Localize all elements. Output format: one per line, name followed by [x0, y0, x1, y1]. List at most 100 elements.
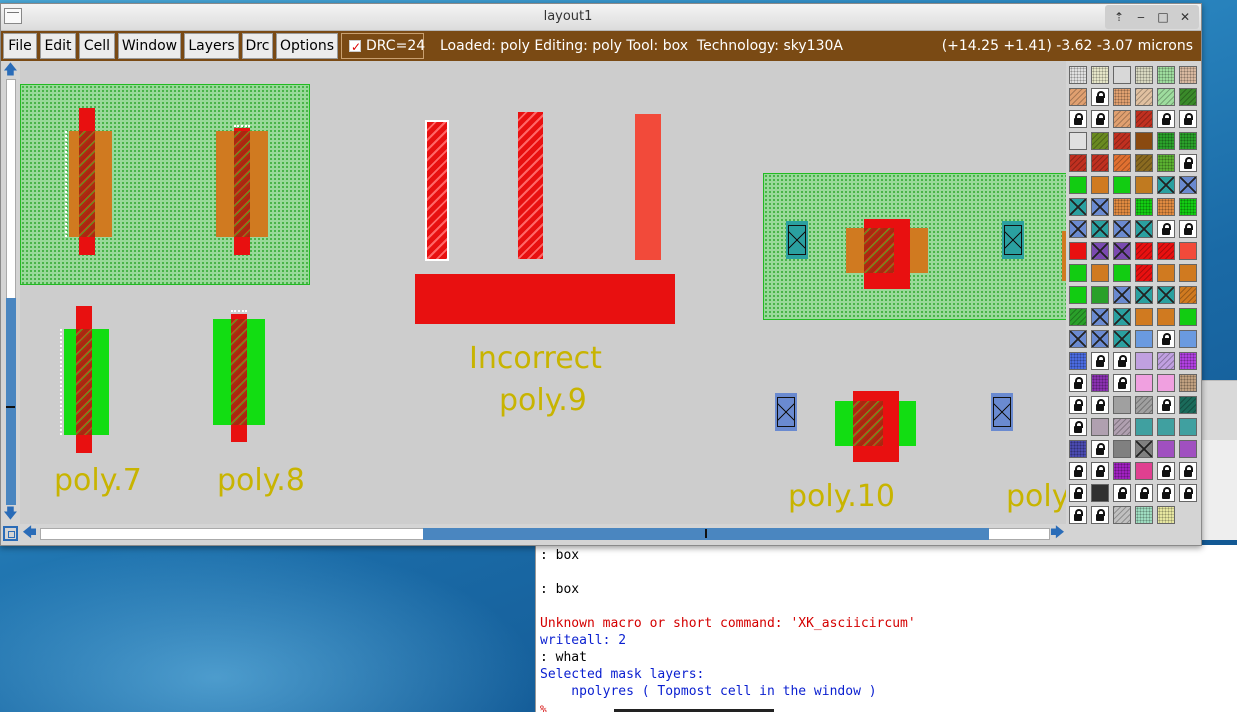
raise-button[interactable]: ⇡	[1109, 7, 1129, 27]
layer-swatch[interactable]	[1157, 198, 1175, 216]
layer-swatch[interactable]	[1135, 374, 1153, 392]
layer-swatch[interactable]	[1069, 242, 1087, 260]
layer-swatch[interactable]	[1091, 66, 1109, 84]
layer-lock-icon[interactable]	[1179, 484, 1197, 502]
layer-lock-icon[interactable]	[1091, 396, 1109, 414]
layer-swatch[interactable]	[1069, 88, 1087, 106]
layer-swatch[interactable]	[1135, 286, 1153, 304]
layer-swatch[interactable]	[1135, 352, 1153, 370]
layer-swatch[interactable]	[1179, 374, 1197, 392]
scroll-left-arrow-icon[interactable]: 🡄	[22, 526, 37, 541]
layer-swatch[interactable]	[1179, 440, 1197, 458]
layer-swatch[interactable]	[1091, 154, 1109, 172]
layer-swatch[interactable]	[1069, 220, 1087, 238]
layout-canvas[interactable]: poly.7 poly.8 Incorrect poly.9 poly.10 p…	[20, 61, 1066, 524]
layer-swatch[interactable]	[1069, 308, 1087, 326]
layer-swatch[interactable]	[1157, 66, 1175, 84]
layer-lock-icon[interactable]	[1179, 154, 1197, 172]
menu-cell[interactable]: Cell	[79, 33, 115, 59]
layer-lock-icon[interactable]	[1157, 330, 1175, 348]
layer-swatch[interactable]	[1135, 176, 1153, 194]
layer-swatch[interactable]	[1157, 176, 1175, 194]
layer-swatch[interactable]	[1179, 286, 1197, 304]
layer-swatch[interactable]	[1113, 198, 1131, 216]
layer-lock-icon[interactable]	[1091, 352, 1109, 370]
layer-swatch[interactable]	[1135, 154, 1153, 172]
layer-swatch[interactable]	[1157, 352, 1175, 370]
layer-lock-icon[interactable]	[1069, 418, 1087, 436]
layer-swatch[interactable]	[1135, 66, 1153, 84]
layer-swatch[interactable]	[1135, 396, 1153, 414]
layer-swatch[interactable]	[1157, 132, 1175, 150]
layer-swatch[interactable]	[1135, 308, 1153, 326]
layer-swatch[interactable]	[1179, 264, 1197, 282]
layer-swatch[interactable]	[1113, 308, 1131, 326]
layer-lock-icon[interactable]	[1113, 374, 1131, 392]
poly-strip[interactable]	[635, 114, 661, 260]
layer-lock-icon[interactable]	[1069, 506, 1087, 524]
layer-swatch[interactable]	[1179, 396, 1197, 414]
layer-swatch[interactable]	[1179, 176, 1197, 194]
layer-swatch[interactable]	[1069, 264, 1087, 282]
terminal-console[interactable]: : box : box Unknown macro or short comma…	[535, 545, 1237, 712]
layer-swatch[interactable]	[1179, 88, 1197, 106]
layer-lock-icon[interactable]	[1091, 440, 1109, 458]
layer-swatch[interactable]	[1091, 242, 1109, 260]
layer-swatch[interactable]	[1157, 154, 1175, 172]
layer-swatch[interactable]	[1135, 418, 1153, 436]
layer-swatch[interactable]	[1069, 352, 1087, 370]
layer-swatch[interactable]	[1179, 352, 1197, 370]
scroll-up-arrow-icon[interactable]: 🡅	[3, 63, 18, 78]
layer-swatch[interactable]	[1113, 242, 1131, 260]
poly-strip[interactable]	[518, 112, 543, 259]
layer-swatch[interactable]	[1069, 154, 1087, 172]
minimize-button[interactable]: ‒	[1131, 7, 1151, 27]
layer-swatch[interactable]	[1179, 330, 1197, 348]
layer-swatch[interactable]	[1069, 66, 1087, 84]
layer-swatch[interactable]	[1113, 154, 1131, 172]
layer-lock-icon[interactable]	[1157, 110, 1175, 128]
layer-swatch[interactable]	[1113, 66, 1131, 84]
contact-via[interactable]	[786, 221, 808, 259]
contact-via[interactable]	[1002, 221, 1024, 259]
layer-swatch[interactable]	[1157, 418, 1175, 436]
layer-swatch[interactable]	[1113, 176, 1131, 194]
layer-swatch[interactable]	[1157, 286, 1175, 304]
layer-swatch[interactable]	[1135, 132, 1153, 150]
layer-swatch[interactable]	[1179, 66, 1197, 84]
layer-swatch[interactable]	[1069, 198, 1087, 216]
title-bar[interactable]: layout1 ⇡ ‒ □ ✕	[1, 4, 1201, 31]
layer-swatch[interactable]	[1113, 132, 1131, 150]
layer-swatch[interactable]	[1091, 220, 1109, 238]
layer-swatch[interactable]	[1135, 110, 1153, 128]
layer-lock-icon[interactable]	[1091, 462, 1109, 480]
layer-swatch[interactable]	[1157, 264, 1175, 282]
layer-swatch[interactable]	[1113, 396, 1131, 414]
layer-lock-icon[interactable]	[1135, 484, 1153, 502]
layer-swatch[interactable]	[1135, 506, 1153, 524]
layer-swatch[interactable]	[1135, 264, 1153, 282]
layer-swatch[interactable]	[1069, 176, 1087, 194]
layer-swatch[interactable]	[1091, 286, 1109, 304]
menu-options[interactable]: Options	[276, 33, 338, 59]
drc-toggle[interactable]: DRC=24	[341, 33, 425, 59]
layer-swatch[interactable]	[1091, 132, 1109, 150]
layer-swatch[interactable]	[1113, 286, 1131, 304]
layer-swatch[interactable]	[1113, 462, 1131, 480]
layer-swatch[interactable]	[1135, 198, 1153, 216]
layer-lock-icon[interactable]	[1091, 506, 1109, 524]
vertical-scroll-thumb[interactable]	[6, 298, 16, 505]
layer-swatch[interactable]	[1135, 462, 1153, 480]
layer-swatch[interactable]	[1069, 286, 1087, 304]
layer-swatch[interactable]	[1135, 440, 1153, 458]
drc-checkbox-icon[interactable]	[349, 35, 361, 59]
layer-swatch[interactable]	[1135, 220, 1153, 238]
layer-lock-icon[interactable]	[1069, 374, 1087, 392]
layer-swatch[interactable]	[1069, 440, 1087, 458]
layer-swatch[interactable]	[1091, 484, 1109, 502]
layer-lock-icon[interactable]	[1179, 110, 1197, 128]
layer-swatch[interactable]	[1179, 242, 1197, 260]
menu-drc[interactable]: Drc	[242, 33, 273, 59]
layer-swatch[interactable]	[1179, 132, 1197, 150]
layer-swatch[interactable]	[1069, 132, 1087, 150]
